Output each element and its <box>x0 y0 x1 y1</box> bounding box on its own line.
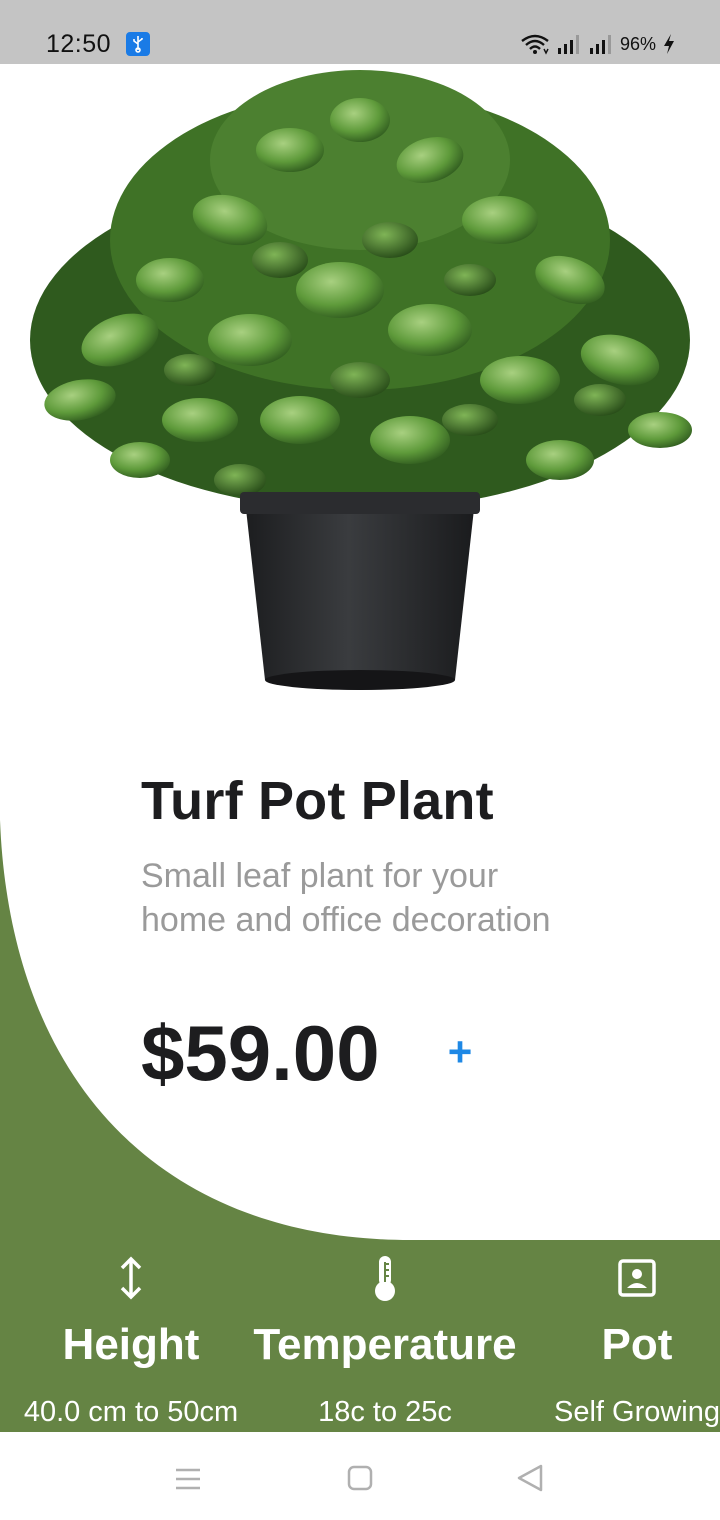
spec-height-value: 40.0 cm to 50cm <box>23 1396 239 1428</box>
back-triangle-icon[interactable] <box>510 1462 550 1496</box>
spec-pot-value: Self Growing <box>553 1396 720 1428</box>
spec-height: Height 40.0 cm to 50cm <box>0 1250 262 1429</box>
spec-height-label: Height <box>62 1320 200 1369</box>
menu-icon[interactable] <box>168 1462 208 1496</box>
pot-portrait-icon <box>508 1250 720 1306</box>
height-arrows-icon <box>0 1250 262 1306</box>
potted-plant-image <box>30 70 692 690</box>
thermometer-icon <box>252 1250 518 1306</box>
spec-pot: Pot Self Growing <box>508 1250 720 1429</box>
system-nav-bar <box>0 1432 720 1520</box>
product-description: Small leaf plant for your home and offic… <box>141 857 551 939</box>
product-title: Turf Pot Plant <box>141 771 494 831</box>
home-square-icon[interactable] <box>340 1462 380 1496</box>
add-to-cart-button[interactable]: + <box>440 1030 480 1074</box>
spec-pot-label: Pot <box>601 1320 673 1369</box>
spec-temperature-value: 18c to 25c <box>318 1396 452 1428</box>
spec-temperature-label: Temperature <box>253 1320 517 1369</box>
spec-temperature: Temperature 18c to 25c <box>252 1250 518 1429</box>
product-price: $59.00 <box>141 1009 380 1097</box>
